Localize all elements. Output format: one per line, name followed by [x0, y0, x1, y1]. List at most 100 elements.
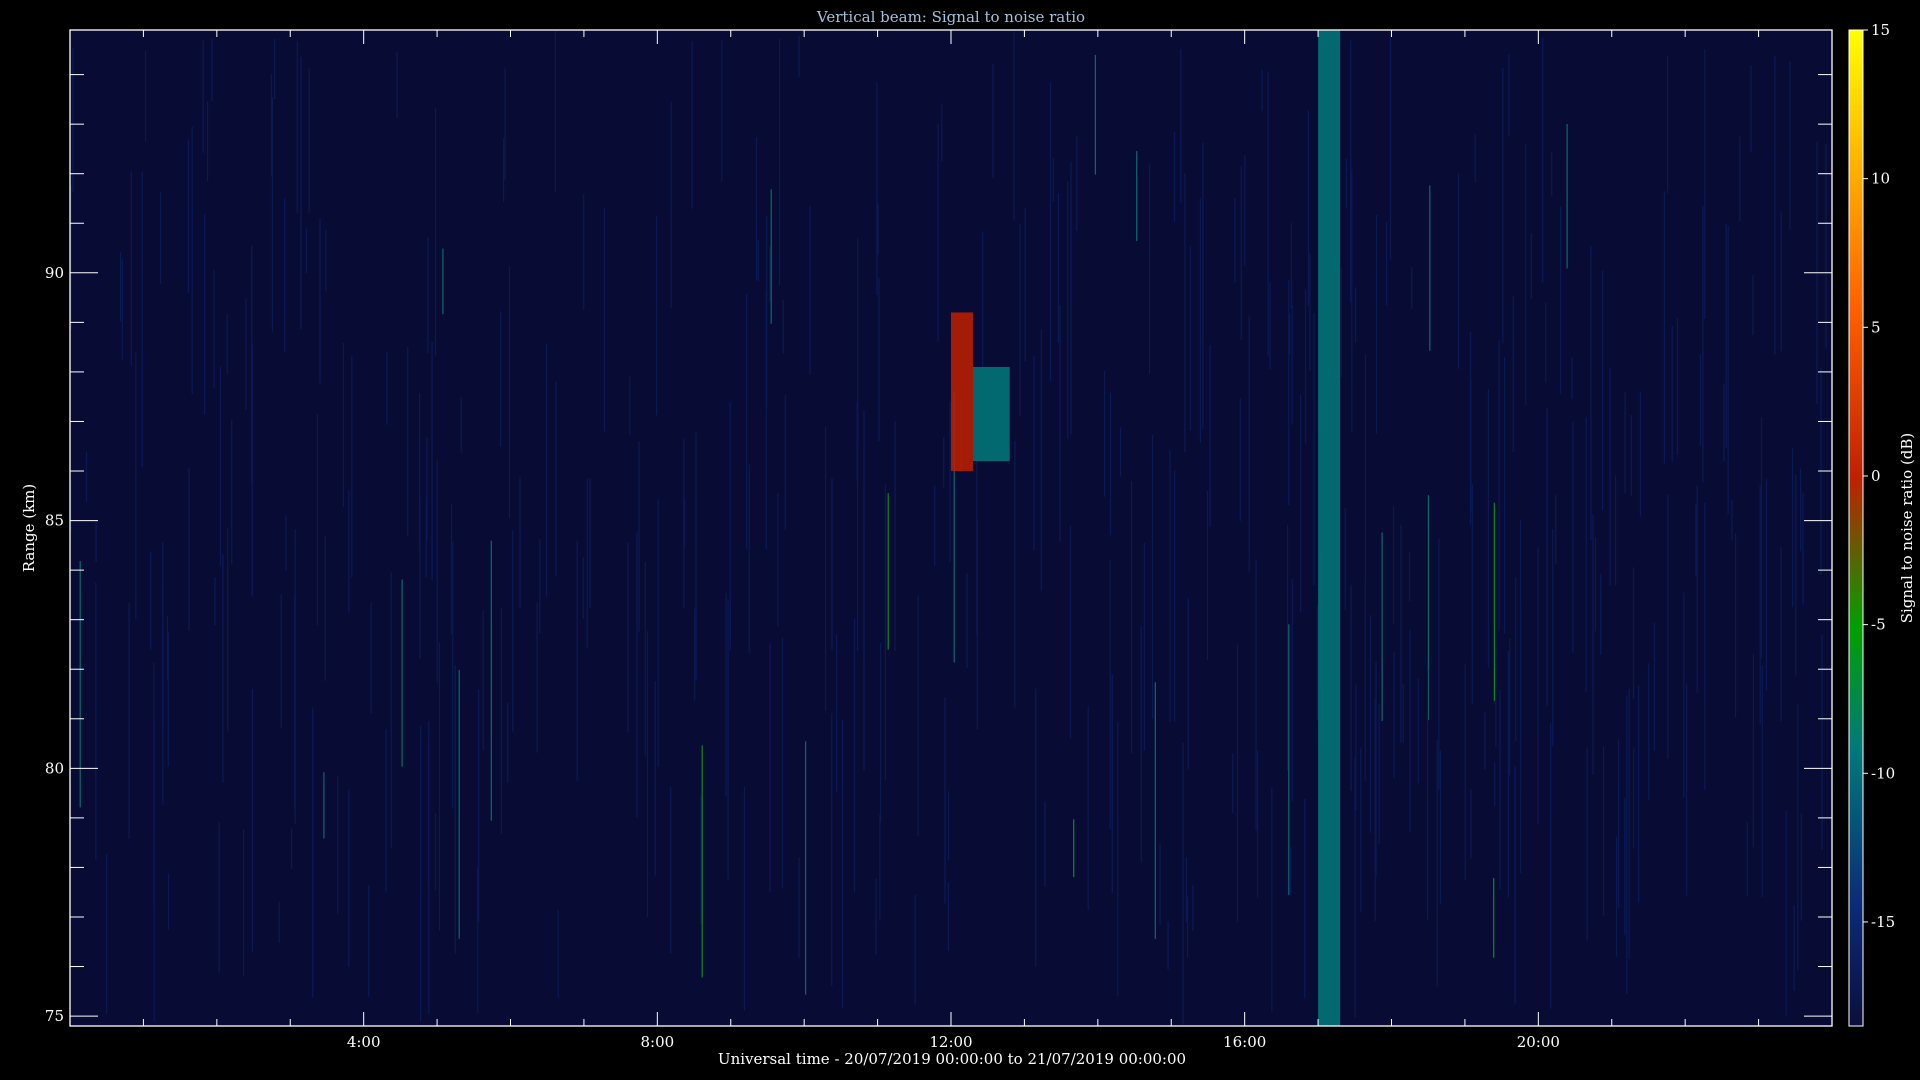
- noise-stripe: [438, 642, 441, 931]
- noise-stripe: [1374, 698, 1376, 921]
- noise-stripe: [695, 432, 697, 681]
- noise-stripe: [1552, 529, 1554, 746]
- noise-stripe: [853, 618, 856, 893]
- noise-stripe: [691, 41, 693, 209]
- noise-stripe: [1340, 268, 1342, 378]
- noise-stripe: [1761, 665, 1763, 897]
- noise-stripe: [1487, 389, 1489, 669]
- noise-stripe: [396, 51, 398, 118]
- x-tick-label: 20:00: [1517, 1033, 1560, 1051]
- noise-stripe: [1602, 270, 1604, 511]
- noise-stripe: [1699, 354, 1702, 446]
- noise-stripe: [1290, 223, 1292, 309]
- noise-stripe: [684, 498, 686, 547]
- noise-stripe: [1545, 302, 1547, 383]
- noise-stripe: [1723, 383, 1725, 463]
- noise-stripe: [966, 573, 968, 668]
- x-tick-label: 8:00: [640, 1033, 674, 1051]
- noise-stripe: [876, 82, 878, 296]
- noise-stripe: [1269, 282, 1271, 370]
- colorbar-tick-label: -10: [1871, 764, 1895, 782]
- noise-stripe: [1667, 55, 1669, 193]
- noise-stripe: [1704, 49, 1706, 320]
- noise-stripe: [877, 203, 879, 256]
- noise-stripe: [1615, 475, 1617, 586]
- noise-stripe: [701, 745, 703, 978]
- noise-stripe: [213, 269, 215, 389]
- noise-stripe: [407, 346, 409, 537]
- noise-stripe: [1725, 223, 1727, 448]
- noise-stripe: [1592, 514, 1594, 775]
- noise-stripe: [583, 194, 585, 310]
- noise-stripe: [1184, 173, 1186, 452]
- noise-stripe: [914, 895, 916, 1005]
- noise-stripe: [167, 632, 169, 767]
- noise-stripe: [1484, 712, 1486, 770]
- noise-stripe: [1789, 61, 1791, 230]
- y-tick-label: 90: [45, 264, 64, 282]
- noise-stripe: [1187, 896, 1189, 958]
- noise-stripe: [167, 873, 170, 930]
- noise-stripe: [348, 490, 350, 613]
- noise-stripe: [1609, 367, 1611, 586]
- noise-stripe: [769, 643, 771, 892]
- noise-stripe: [1364, 354, 1367, 583]
- noise-stripe: [1143, 542, 1145, 751]
- noise-stripe: [1436, 740, 1438, 987]
- noise-stripe: [1825, 144, 1827, 349]
- noise-stripe: [1626, 696, 1628, 995]
- noise-stripe: [294, 529, 296, 824]
- noise-stripe: [1180, 49, 1182, 204]
- noise-stripe: [1515, 577, 1517, 742]
- noise-stripe: [941, 104, 943, 162]
- colorbar-tick-label: 0: [1871, 467, 1881, 485]
- noise-stripe: [1802, 492, 1804, 605]
- noise-stripe: [1287, 524, 1289, 771]
- noise-stripe: [770, 189, 772, 324]
- noise-stripe: [500, 311, 502, 447]
- noise-stripe: [278, 902, 280, 943]
- noise-stripe: [1759, 485, 1761, 724]
- noise-stripe: [781, 637, 783, 888]
- noise-stripe: [202, 40, 204, 153]
- noise-stripe: [1464, 663, 1466, 881]
- noise-stripe: [95, 521, 97, 563]
- noise-stripe: [1493, 878, 1495, 958]
- noise-stripe: [207, 101, 209, 182]
- noise-stripe: [1131, 480, 1133, 754]
- noise-stripe: [434, 107, 437, 356]
- noise-stripe: [1076, 136, 1078, 231]
- noise-stripe: [1785, 810, 1787, 1017]
- noise-stripe: [1493, 502, 1495, 701]
- noise-stripe: [145, 51, 147, 142]
- noise-stripe: [798, 35, 800, 77]
- noise-stripe: [884, 484, 886, 780]
- noise-stripe: [646, 631, 649, 918]
- noise-stripe: [503, 137, 505, 203]
- colorbar-tick-label: -5: [1871, 616, 1886, 634]
- noise-stripe: [1502, 68, 1504, 344]
- noise-stripe: [1512, 295, 1514, 452]
- noise-stripe: [1199, 198, 1201, 444]
- noise-stripe: [1695, 504, 1697, 576]
- noise-stripe: [419, 393, 421, 550]
- noise-stripe: [944, 697, 946, 904]
- noise-stripe: [1174, 470, 1176, 722]
- noise-stripe: [1289, 847, 1292, 894]
- noise-stripe: [1182, 742, 1184, 1025]
- noise-stripe: [1351, 169, 1353, 433]
- noise-stripe: [777, 492, 779, 627]
- noise-stripe: [1409, 552, 1411, 602]
- noise-stripe: [1633, 747, 1635, 849]
- noise-stripe: [460, 396, 462, 454]
- noise-stripe: [285, 515, 287, 571]
- noise-stripe: [1793, 905, 1795, 991]
- feature-echo-tail: [973, 366, 1010, 462]
- colorbar-label: Signal to noise ratio (dB): [1898, 433, 1916, 624]
- noise-stripe: [943, 437, 945, 488]
- noise-stripe: [879, 814, 881, 921]
- noise-stripe: [757, 239, 759, 282]
- noise-stripe: [218, 821, 220, 973]
- noise-stripe: [1427, 669, 1429, 920]
- noise-stripe: [836, 634, 838, 793]
